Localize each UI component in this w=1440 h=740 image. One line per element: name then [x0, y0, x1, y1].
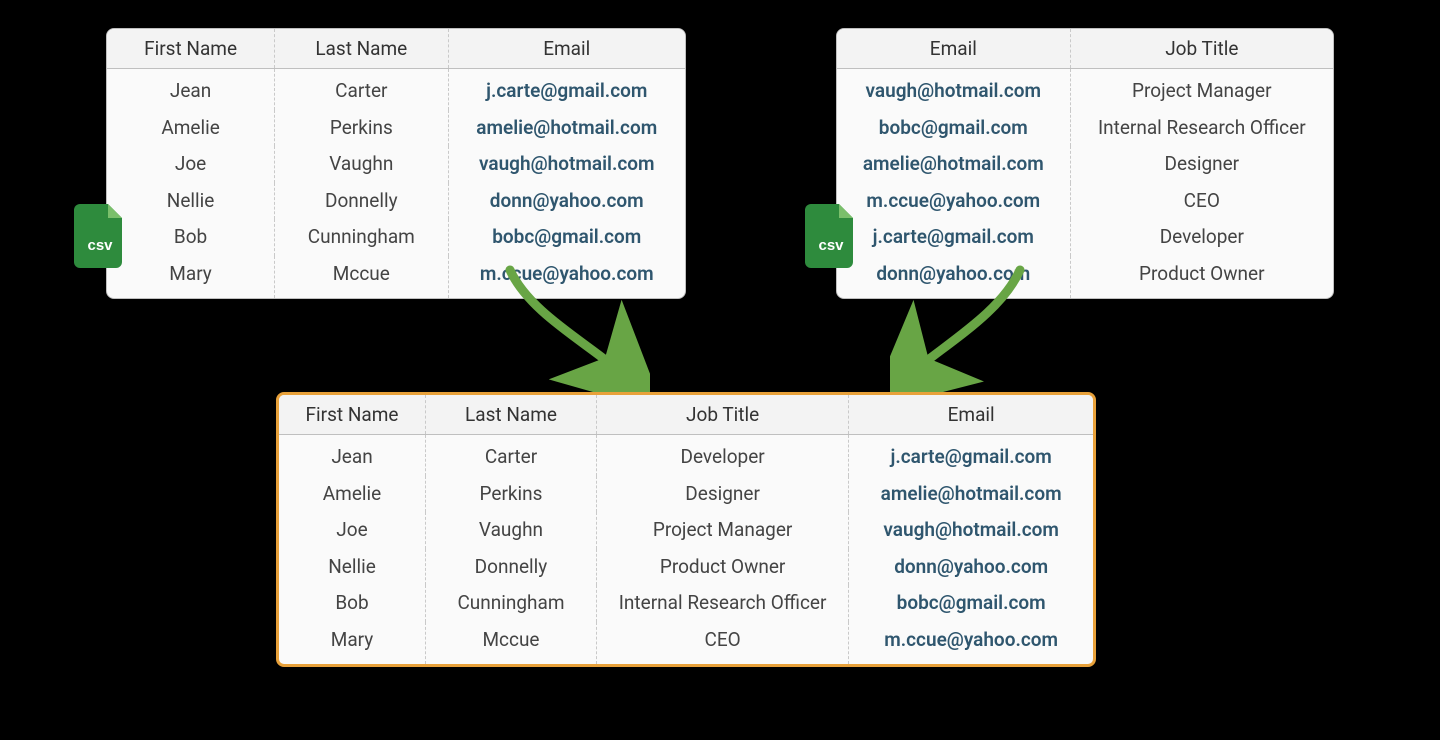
- col-job-title: Job Title: [596, 395, 848, 435]
- col-email: Email: [849, 395, 1093, 435]
- col-email: Email: [837, 29, 1070, 69]
- table-row: Mary Mccue CEO m.ccue@yahoo.com: [279, 622, 1093, 665]
- table-row: Bob Cunningham bobc@gmail.com: [107, 219, 685, 256]
- table-row: Nellie Donnelly Product Owner donn@yahoo…: [279, 549, 1093, 586]
- source-table-right: Email Job Title vaugh@hotmail.com Projec…: [836, 28, 1334, 299]
- table-row: Amelie Perkins amelie@hotmail.com: [107, 110, 685, 147]
- svg-text:csv: csv: [87, 237, 113, 254]
- col-email: Email: [448, 29, 685, 69]
- svg-text:csv: csv: [818, 237, 844, 254]
- table-row: Joe Vaughn vaugh@hotmail.com: [107, 146, 685, 183]
- table-row: amelie@hotmail.com Designer: [837, 146, 1333, 183]
- table-row: Bob Cunningham Internal Research Officer…: [279, 585, 1093, 622]
- col-last-name: Last Name: [426, 395, 597, 435]
- table-row: Jean Carter j.carte@gmail.com: [107, 69, 685, 110]
- csv-file-icon: csv: [74, 204, 126, 268]
- table-row: Amelie Perkins Designer amelie@hotmail.c…: [279, 476, 1093, 513]
- table-row: bobc@gmail.com Internal Research Officer: [837, 110, 1333, 147]
- table-row: Jean Carter Developer j.carte@gmail.com: [279, 435, 1093, 476]
- csv-file-icon: csv: [805, 204, 857, 268]
- col-job-title: Job Title: [1070, 29, 1333, 69]
- table-header-row: First Name Last Name Email: [107, 29, 685, 69]
- table-row: Joe Vaughn Project Manager vaugh@hotmail…: [279, 512, 1093, 549]
- table-row: donn@yahoo.com Product Owner: [837, 256, 1333, 299]
- source-table-left: First Name Last Name Email Jean Carter j…: [106, 28, 686, 299]
- table-row: m.ccue@yahoo.com CEO: [837, 183, 1333, 220]
- result-table: First Name Last Name Job Title Email Jea…: [276, 392, 1096, 667]
- table-row: j.carte@gmail.com Developer: [837, 219, 1333, 256]
- table-header-row: Email Job Title: [837, 29, 1333, 69]
- table-row: Nellie Donnelly donn@yahoo.com: [107, 183, 685, 220]
- col-first-name: First Name: [279, 395, 426, 435]
- table-row: Mary Mccue m.ccue@yahoo.com: [107, 256, 685, 299]
- col-last-name: Last Name: [275, 29, 448, 69]
- table-row: vaugh@hotmail.com Project Manager: [837, 69, 1333, 110]
- table-header-row: First Name Last Name Job Title Email: [279, 395, 1093, 435]
- col-first-name: First Name: [107, 29, 275, 69]
